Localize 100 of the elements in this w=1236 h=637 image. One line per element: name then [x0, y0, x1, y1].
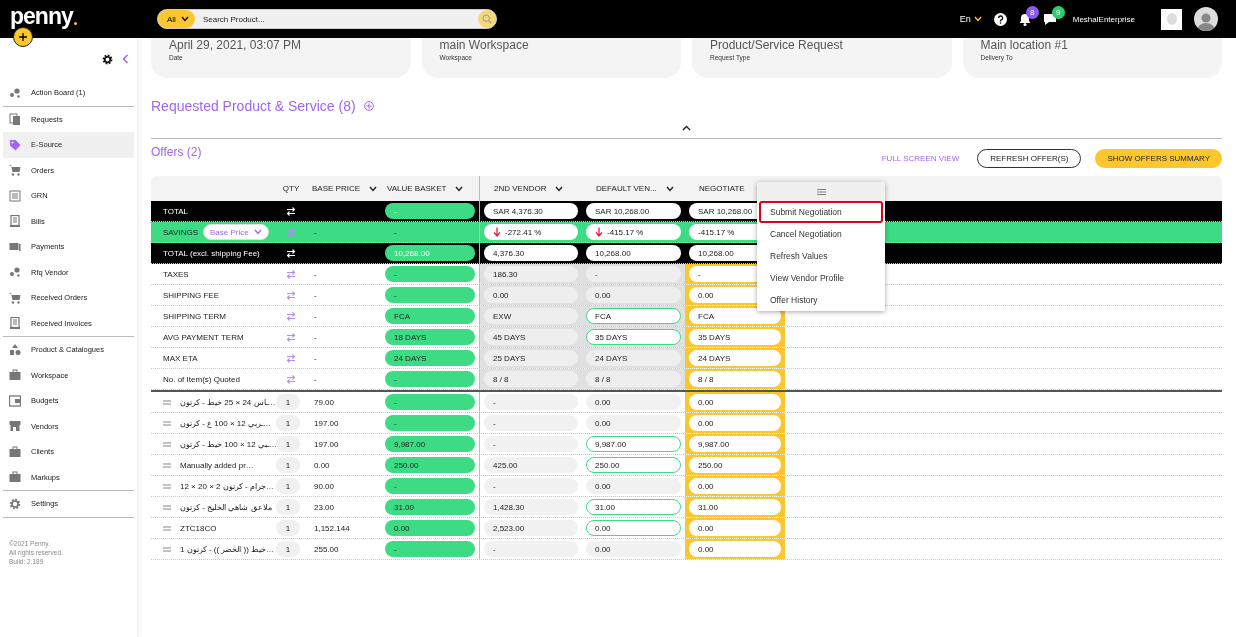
value-basket-cell: - — [385, 541, 475, 557]
negotiate-field[interactable]: 8 / 8 — [689, 371, 781, 387]
table-cell: - — [314, 353, 317, 363]
chat-icon[interactable] — [1042, 12, 1057, 26]
value-basket-cell: - — [385, 394, 475, 410]
vendor-value-cell: 8 / 8 — [484, 371, 578, 387]
row-label: SAVINGS — [163, 227, 198, 237]
vendor-value-cell: 0.00 — [484, 287, 578, 303]
negotiate-field[interactable]: 24 DAYS — [689, 350, 781, 366]
table-cell: 90.00 — [314, 481, 335, 491]
negotiate-field[interactable]: 0.00 — [689, 520, 781, 536]
vendor-value-cell: 250.00 — [586, 457, 681, 473]
value-basket-cell: 0.00 — [385, 520, 475, 536]
drag-handle-icon[interactable] — [163, 441, 171, 447]
drag-handle-icon[interactable] — [163, 420, 171, 426]
row-label: TAXES — [163, 269, 189, 279]
chevron-down-icon — [973, 16, 982, 22]
vendor-value-cell: 1,428.30 — [484, 499, 578, 515]
notification-badge: 8 — [1025, 5, 1039, 19]
column-header[interactable]: QTY — [276, 176, 306, 201]
qty-cell: 1 — [276, 520, 300, 536]
chevron-down-icon — [253, 229, 262, 235]
value-basket-cell: - — [385, 203, 475, 219]
vendor-value-cell: 0.00 — [586, 415, 681, 431]
drag-handle-icon[interactable] — [163, 504, 171, 510]
value-basket-cell: 10,268.00 — [385, 245, 475, 261]
action-button[interactable]: REFRESH OFFER(S) — [977, 149, 1082, 168]
list-icon — [9, 189, 21, 202]
menu-item[interactable]: Submit Negotiation — [759, 201, 883, 223]
item-name: 1 خيط (( الخضر )) - كرتون… — [180, 544, 275, 554]
dropdown-chevron-icon — [455, 185, 464, 192]
table-cell: 1,152.144 — [314, 523, 350, 533]
cart-icon — [9, 164, 21, 177]
help-icon[interactable] — [993, 12, 1007, 26]
drag-handle-icon[interactable] — [163, 399, 171, 405]
plus-icon — [18, 32, 28, 42]
vendor-value-cell: - — [484, 541, 578, 557]
row-label: SHIPPING TERM — [163, 311, 226, 321]
negotiate-field[interactable]: FCA — [689, 308, 781, 324]
search-field[interactable]: All Search Product... — [157, 9, 497, 29]
vendor-value-cell: SAR 4,376.30 — [484, 203, 578, 219]
column-header[interactable]: VALUE BASKET — [381, 176, 479, 201]
value-basket-cell: - — [385, 287, 475, 303]
full-screen-link[interactable]: FULL SCREEN VIEW — [877, 149, 964, 168]
avatar[interactable] — [1194, 7, 1218, 31]
negotiate-field[interactable]: 31.00 — [689, 499, 781, 515]
menu-icon[interactable] — [816, 188, 826, 195]
settings-icon — [9, 497, 21, 510]
vendor-value-cell: 0.00 — [586, 541, 681, 557]
vendor-value-cell: 0.00 — [586, 394, 681, 410]
search-button[interactable] — [478, 10, 496, 28]
cart-icon — [9, 291, 21, 304]
vendor-value-cell: 9,987.00 — [586, 436, 681, 452]
vendor-value-cell: 186.30 — [484, 266, 578, 282]
add-circle-icon[interactable] — [363, 101, 374, 111]
vendor-value-cell: 24 DAYS — [586, 350, 681, 366]
vendor-value-cell: - — [484, 478, 578, 494]
company-logo — [1161, 8, 1182, 30]
drag-handle-icon[interactable] — [163, 462, 171, 468]
negotiate-field[interactable]: 9,987.00 — [689, 436, 781, 452]
dropdown-chevron-icon — [369, 185, 377, 192]
dropdown-chevron-icon — [665, 185, 674, 192]
search-scope-dropdown[interactable]: All — [158, 10, 195, 28]
negotiate-field[interactable]: 250.00 — [689, 457, 781, 473]
vendor-value-cell: 25 DAYS — [484, 350, 578, 366]
negotiate-field[interactable]: 35 DAYS — [689, 329, 781, 345]
settings-icon[interactable] — [102, 53, 113, 65]
table-cell: 197.00 — [314, 418, 339, 428]
vendor-value-cell: 4,376.30 — [484, 245, 578, 261]
offers-title: Offers (2) — [151, 145, 202, 159]
value-basket-cell: 9,987.00 — [385, 436, 475, 452]
column-header[interactable]: BASE PRICE — [306, 176, 381, 201]
column-header[interactable]: DEFAULT VEN... — [582, 176, 685, 201]
drag-handle-icon[interactable] — [163, 483, 171, 489]
row-label: AVG PAYMENT TERM — [163, 332, 244, 342]
action-button[interactable]: SHOW OFFERS SUMMARY — [1095, 149, 1222, 168]
table-cell: - — [314, 290, 317, 300]
value-basket-cell: - — [385, 415, 475, 431]
basis-dropdown[interactable]: Base Price — [203, 224, 269, 240]
language-select[interactable]: En — [959, 14, 982, 24]
qty-cell: 1 — [276, 478, 300, 494]
bell-icon[interactable] — [1018, 12, 1031, 26]
store-icon — [9, 420, 21, 433]
qty-cell: 1 — [276, 415, 300, 431]
document-icon — [9, 215, 21, 228]
value-basket-cell: 250.00 — [385, 457, 475, 473]
vendor-value-cell: 31.00 — [586, 499, 681, 515]
negotiate-field[interactable]: 0.00 — [689, 541, 781, 557]
negotiate-field[interactable]: 0.00 — [689, 478, 781, 494]
drag-handle-icon[interactable] — [163, 525, 171, 531]
collapse-chevron-icon[interactable] — [682, 125, 691, 131]
negotiate-field[interactable]: 0.00 — [689, 394, 781, 410]
vendor-value-cell: 10,268.00 — [586, 245, 681, 261]
drag-handle-icon[interactable] — [163, 546, 171, 552]
negotiate-field[interactable]: 0.00 — [689, 415, 781, 431]
row-label: TOTAL — [163, 206, 189, 216]
add-button[interactable] — [13, 27, 33, 47]
table-cell: - — [314, 311, 317, 321]
dots-icon — [9, 86, 21, 99]
summary-value: main Workspace — [439, 38, 530, 52]
